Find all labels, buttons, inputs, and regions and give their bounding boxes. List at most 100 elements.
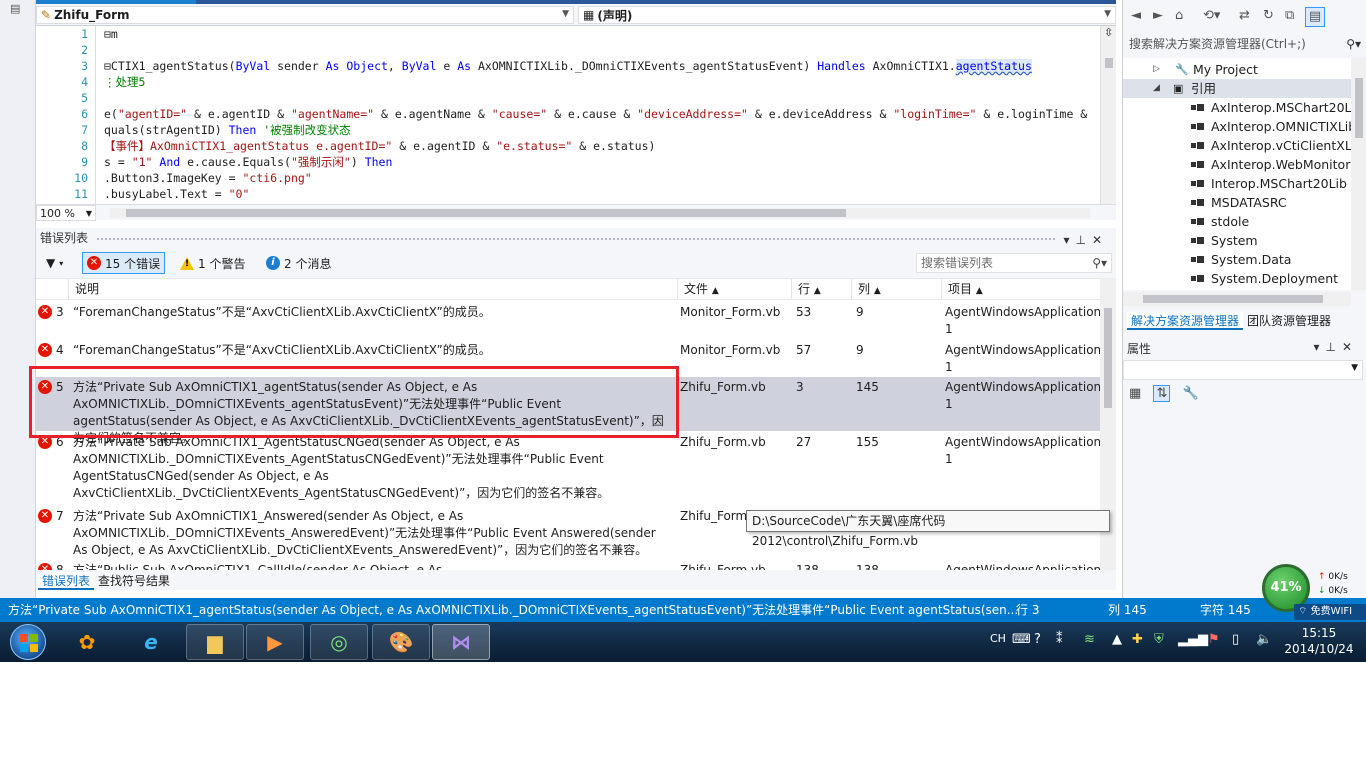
signal-icon[interactable]: ▂▄▆ xyxy=(1178,632,1208,647)
tree-item-my-project[interactable]: ▷ 🔧 My Project xyxy=(1123,60,1351,79)
action-center-icon[interactable]: ⚑ xyxy=(1208,632,1220,647)
column-header-line[interactable]: 行 ▲ xyxy=(791,279,853,301)
alphabetical-icon[interactable]: ⇅ xyxy=(1153,385,1171,402)
solution-explorer-toolbar: ◄ ► ⌂ ⟲▾ ⇄ ↻ ⧉ ▤ xyxy=(1123,7,1366,30)
device-icon[interactable]: ▯ xyxy=(1232,632,1239,647)
error-icon: ✕ xyxy=(38,305,52,319)
bottom-panel-tabs: 错误列表 查找符号结果 xyxy=(36,570,1116,590)
sort-up-icon: ▲ xyxy=(873,286,881,296)
close-icon[interactable]: ✕ xyxy=(1092,233,1108,247)
error-list-title: 错误列表 xyxy=(40,231,89,245)
code-editor[interactable]: 1 ⊟m 2 3 ⊟CTIX1_agentStatus(ByVal sender A… xyxy=(36,26,1100,204)
language-indicator[interactable]: CH xyxy=(990,632,1006,645)
table-row[interactable]: ✕ 8 方法“Public Sub AxOmniCTIX1_CallIdle(s… xyxy=(36,560,1100,570)
zoom-combo[interactable]: 100 % ▼ xyxy=(36,205,96,221)
pin-icon[interactable]: ⊥ xyxy=(1075,233,1091,247)
file-explorer-icon[interactable]: ▆ xyxy=(186,624,244,660)
visual-studio-icon[interactable]: ⋈ xyxy=(432,624,490,660)
tab-solution-explorer[interactable]: 解决方案资源管理器 xyxy=(1127,312,1244,330)
column-header-file[interactable]: 文件 ▲ xyxy=(677,279,793,301)
property-pages-icon[interactable]: 🔧 xyxy=(1182,386,1198,401)
dropdown-icon[interactable]: ▾ xyxy=(1313,340,1325,354)
split-icon[interactable]: ⇳ xyxy=(1104,26,1113,39)
tree-item-reference[interactable]: System xyxy=(1123,231,1351,250)
tab-find-symbol-results[interactable]: 查找符号结果 xyxy=(94,572,174,590)
errors-filter-button[interactable]: ✕ 15 个错误 xyxy=(82,252,166,274)
warning-icon xyxy=(180,256,194,270)
editor-horizontal-scrollbar[interactable] xyxy=(110,208,1090,218)
solution-tree-hscrollbar[interactable] xyxy=(1123,292,1351,306)
column-header-col[interactable]: 列 ▲ xyxy=(851,279,943,301)
close-icon[interactable]: ✕ xyxy=(1342,340,1358,354)
tree-item-reference[interactable]: AxInterop.OMNICTIXLib xyxy=(1123,117,1351,136)
refresh-icon[interactable]: ↻ xyxy=(1263,8,1274,23)
tree-item-references[interactable]: ◢ ▣ 引用 xyxy=(1123,79,1351,98)
tree-item-reference[interactable]: System.Data xyxy=(1123,250,1351,269)
expand-icon[interactable]: ▷ xyxy=(1153,60,1160,79)
tree-item-reference[interactable]: AxInterop.WebMonitorX xyxy=(1123,155,1351,174)
show-all-files-icon[interactable]: ▤ xyxy=(1305,7,1325,27)
help-icon[interactable]: ? xyxy=(1034,632,1041,647)
chevron-down-icon: ▼ xyxy=(562,9,569,19)
table-row[interactable]: ✕ 3 “ForemanChangeStatus”不是“AxvCtiClient… xyxy=(36,302,1100,338)
green-app-icon[interactable]: ◎ xyxy=(310,624,368,660)
messages-filter-button[interactable]: i 2 个消息 xyxy=(262,252,335,274)
properties-toolbar: ▦ ⇅ 🔧 xyxy=(1129,385,1207,402)
wifi-icon[interactable]: ≋ xyxy=(1084,632,1095,647)
free-wifi-badge[interactable]: ⌔ 免费WIFI xyxy=(1294,604,1366,620)
member-combo[interactable]: ▦ (声明) ▼ xyxy=(578,6,1116,24)
status-column: 列 145 xyxy=(1108,603,1147,617)
filter-button[interactable]: ▼ ▾ xyxy=(42,252,67,274)
input-settings-icon[interactable]: ⁑ xyxy=(1056,632,1063,647)
back-icon[interactable]: ◄ xyxy=(1131,8,1141,23)
tab-error-list[interactable]: 错误列表 xyxy=(38,572,95,590)
error-list-search-input[interactable]: 搜索错误列表 ⚲▾ xyxy=(916,253,1112,273)
keyboard-icon[interactable]: ⌨ xyxy=(1012,632,1031,647)
collapse-all-icon[interactable]: ⧉ xyxy=(1285,8,1294,23)
table-row[interactable]: ✕ 6 方法“Private Sub AxOmniCTIX1_AgentStat… xyxy=(36,432,1100,504)
internet-explorer-icon[interactable]: e xyxy=(122,624,180,660)
collapse-icon[interactable]: ◢ xyxy=(1153,79,1160,98)
forward-icon[interactable]: ► xyxy=(1153,8,1163,23)
tree-item-reference[interactable]: stdole xyxy=(1123,212,1351,231)
system-tray: CH ⌨ ? ⁑ ≋ ▲ ✚ ⛨ ▂▄▆ ⚑ ▯ 🔈 15:15 2014/10… xyxy=(984,622,1366,662)
home-icon[interactable]: ⌂ xyxy=(1175,8,1183,23)
shield-icon[interactable]: ⛨ xyxy=(1154,632,1164,647)
history-icon[interactable]: ⟲▾ xyxy=(1203,8,1220,23)
solution-tree-scrollbar[interactable] xyxy=(1351,58,1366,290)
sync-icon[interactable]: ⇄ xyxy=(1239,8,1250,23)
status-line: 行 3 xyxy=(1016,603,1040,617)
security-icon[interactable]: ✚ xyxy=(1132,632,1143,647)
paint-icon[interactable]: 🎨 xyxy=(372,624,430,660)
column-header-desc[interactable]: 说明 xyxy=(68,279,680,301)
reference-icon xyxy=(1191,179,1205,189)
categorized-icon[interactable]: ▦ xyxy=(1129,386,1141,401)
tree-item-reference[interactable]: AxInterop.vCtiClientXLib xyxy=(1123,136,1351,155)
solution-search-input[interactable]: 搜索解决方案资源管理器(Ctrl+;) ⚲▾ xyxy=(1123,34,1366,54)
reference-icon xyxy=(1191,103,1205,113)
show-hidden-icons-icon[interactable]: ▲ xyxy=(1112,632,1122,647)
toolbox-tab[interactable]: ▤ xyxy=(10,2,26,18)
tree-item-reference[interactable]: AxInterop.MSChart20Lib xyxy=(1123,98,1351,117)
wifi-icon: ⌔ xyxy=(1298,606,1308,617)
media-player-icon[interactable]: ▶ xyxy=(246,624,304,660)
tab-team-explorer[interactable]: 团队资源管理器 xyxy=(1243,312,1335,330)
error-list-titlebar: 错误列表 ▾⊥✕ xyxy=(36,228,1116,248)
member-combo-value: (声明) xyxy=(597,8,633,23)
warnings-filter-button[interactable]: 1 个警告 xyxy=(176,252,249,274)
app-360-icon[interactable]: ✿ xyxy=(58,624,116,660)
editor-vertical-scrollbar[interactable]: ⇳ xyxy=(1100,26,1116,204)
tree-item-reference[interactable]: Interop.MSChart20Lib xyxy=(1123,174,1351,193)
properties-object-combo[interactable]: ▼ xyxy=(1123,360,1363,380)
volume-muted-icon[interactable]: 🔈 xyxy=(1256,632,1272,647)
network-speed-widget[interactable]: 41% ↑ 0K/s ↓ 0K/s ⌔ 免费WIFI xyxy=(1262,562,1366,622)
solution-explorer-panel: ◄ ► ⌂ ⟲▾ ⇄ ↻ ⧉ ▤ 搜索解决方案资源管理器(Ctrl+;) ⚲▾ … xyxy=(1122,0,1366,338)
class-combo[interactable]: ✎ Zhifu_Form ▼ xyxy=(36,6,574,24)
start-button[interactable] xyxy=(10,624,46,660)
column-header-project[interactable]: 项目 ▲ xyxy=(941,279,1100,301)
dropdown-icon[interactable]: ▾ xyxy=(1063,233,1075,247)
tree-item-reference[interactable]: System.Deployment xyxy=(1123,269,1351,288)
tree-item-reference[interactable]: MSDATASRC xyxy=(1123,193,1351,212)
clock[interactable]: 15:15 2014/10/24 xyxy=(1280,625,1358,657)
pin-icon[interactable]: ⊥ xyxy=(1325,340,1341,354)
